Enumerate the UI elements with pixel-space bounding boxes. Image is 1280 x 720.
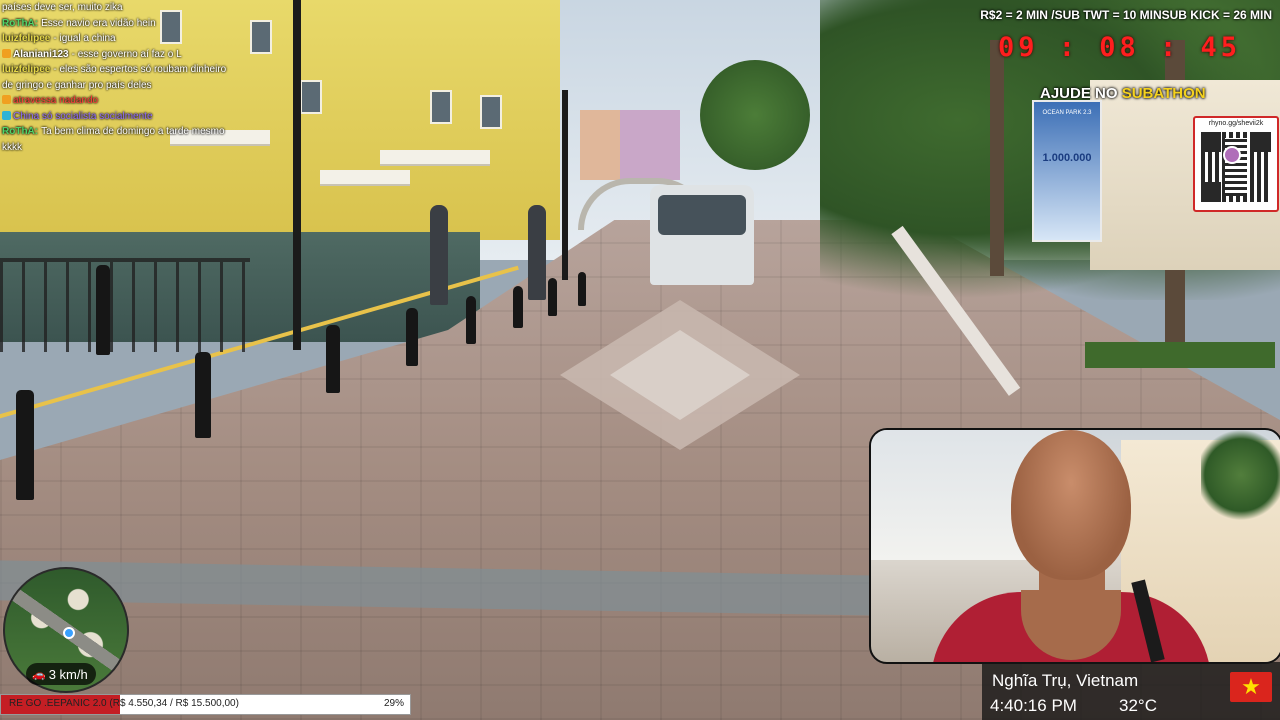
- chat-message: luizfelipee - igual a china: [2, 31, 232, 47]
- location-city: Nghĩa Trụ, Vietnam: [992, 671, 1139, 690]
- electric-cart: [650, 185, 754, 285]
- bollard: [466, 296, 476, 344]
- far-building: [620, 110, 680, 180]
- chat-text: países deve ser, muito zika: [2, 2, 123, 13]
- chat-text: atravessa nadando: [13, 95, 99, 106]
- bollard: [548, 278, 557, 316]
- pedestrian: [430, 205, 448, 305]
- chat-text: - igual a china: [53, 33, 116, 44]
- chat-badge-icon: [2, 110, 11, 120]
- position-marker: [63, 627, 75, 639]
- location-panel: Nghĩa Trụ, Vietnam 4:40:16 PM 32°C ★: [982, 662, 1280, 720]
- chat-text: - esse governo aí faz o L: [71, 48, 182, 60]
- flag-star-icon: ★: [1241, 674, 1261, 699]
- chat-message: países deve ser, muito zika: [2, 0, 232, 16]
- grass-strip: [1085, 342, 1275, 368]
- chat-text: China só socialista socialmente: [13, 110, 153, 122]
- local-time: 4:40:16 PM: [990, 696, 1077, 715]
- subathon-accent: SUBATHON: [1121, 85, 1206, 102]
- chat-username: luizfelipee: [2, 33, 51, 44]
- progress-label: RE GO .EEPANIC 2.0 (R$ 4.550,34 / R$ 15.…: [9, 698, 239, 709]
- progress-percent: 29%: [383, 698, 404, 709]
- donation-rates: R$2 = 2 MIN /SUB TWT = 10 MINSUB KICK = …: [980, 8, 1272, 22]
- chat-message: RoThA: Esse navio era vidão hein: [2, 16, 232, 32]
- webcam-feed: [869, 428, 1280, 664]
- lamp-post: [562, 90, 568, 280]
- bollard: [578, 272, 586, 306]
- car-icon: 🚗: [32, 668, 46, 681]
- temperature: 32°C: [1119, 696, 1157, 715]
- chat-message: RoThA: Ta bem clima de domingo a tarde me…: [2, 124, 232, 155]
- chat-message: luizfelipee - eles são espertos só roubam…: [2, 62, 232, 93]
- chat-overlay: países deve ser, muito zika RoThA: Esse na…: [2, 0, 232, 155]
- bollard: [513, 286, 523, 328]
- subathon-timer: 09 : 08 : 45: [998, 32, 1242, 63]
- donation-qr-code[interactable]: rhyno.gg/shevii2k: [1193, 116, 1279, 212]
- chat-username: Alaniani123: [13, 48, 69, 60]
- bollard: [195, 352, 211, 438]
- qr-url: rhyno.gg/shevii2k: [1208, 120, 1264, 127]
- chat-username: RoThA:: [2, 126, 39, 137]
- speed-indicator: 🚗 3 km/h: [26, 663, 96, 685]
- streamer-face: [1011, 430, 1131, 580]
- tree-trunk: [990, 40, 1004, 276]
- bollard: [406, 308, 418, 366]
- chat-text: Esse navio era vidão hein: [41, 17, 156, 29]
- chat-message: atravessa nadando: [2, 93, 232, 109]
- donation-goal-progress: RE GO .EEPANIC 2.0 (R$ 4.550,34 / R$ 15.…: [0, 694, 411, 715]
- chat-username: RoThA:: [2, 17, 39, 29]
- qr-code-icon: [1201, 132, 1271, 202]
- bollard: [96, 265, 110, 355]
- railing: [0, 258, 250, 352]
- far-building: [580, 110, 620, 180]
- vietnam-flag-icon: ★: [1230, 672, 1272, 702]
- avatar: [1223, 146, 1241, 164]
- pedestrian: [528, 205, 546, 300]
- tree: [700, 60, 810, 170]
- bollard: [16, 390, 34, 500]
- speed-value: 3 km/h: [48, 666, 88, 682]
- lamp-post: [293, 0, 301, 350]
- chat-badge-icon: [2, 48, 11, 58]
- chat-message: Alaniani123- esse governo aí faz o L: [2, 47, 232, 63]
- poster-amount: 1.000.000: [1042, 152, 1092, 164]
- chat-badge-icon: [2, 95, 11, 104]
- poster-title: OCEAN PARK 2.3: [1042, 110, 1092, 116]
- bollard: [326, 325, 340, 393]
- chat-username: luizfelipee: [2, 64, 51, 75]
- chat-message: China só socialista socialmente: [2, 109, 232, 125]
- ocean-park-poster: OCEAN PARK 2.3 1.000.000: [1032, 100, 1102, 242]
